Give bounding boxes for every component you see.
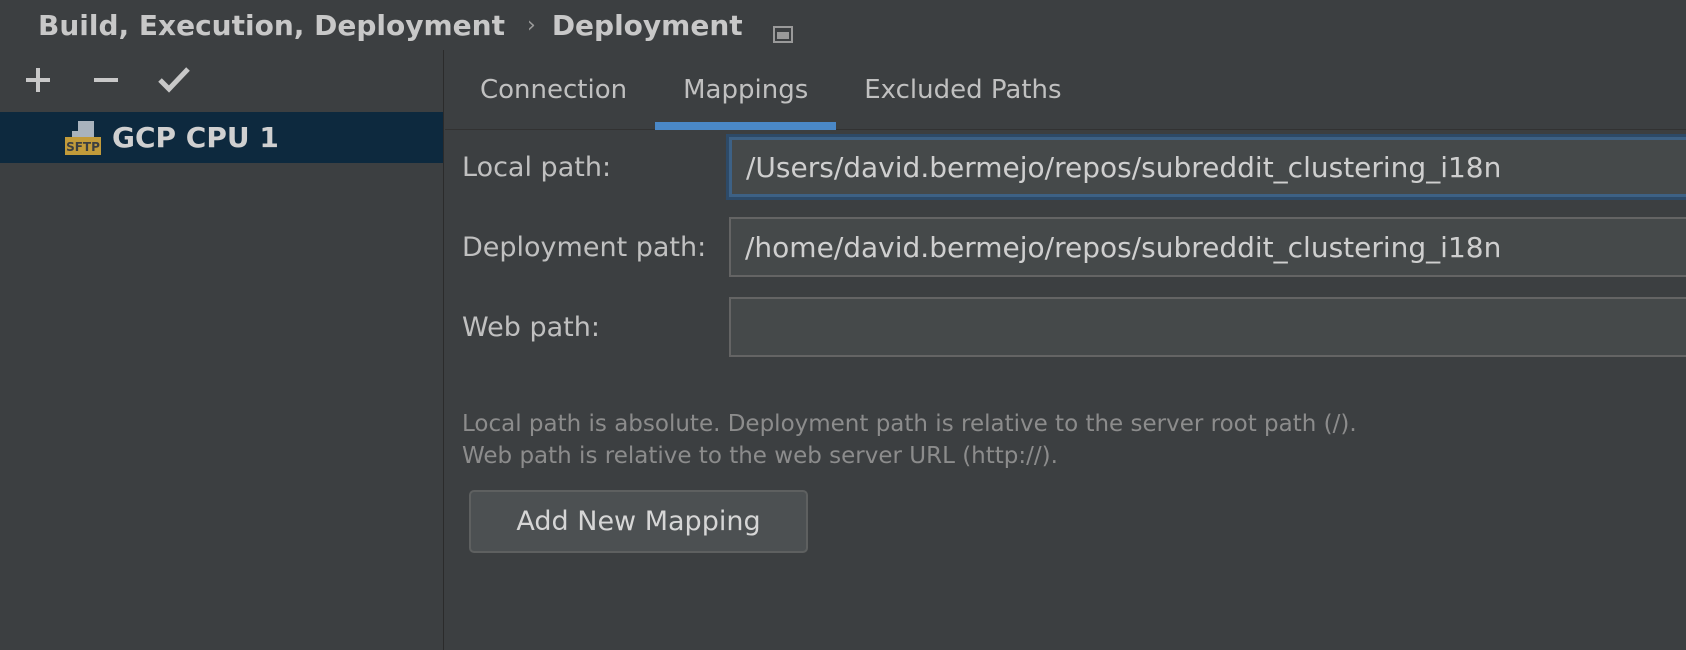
page-title: Deployment bbox=[551, 8, 743, 42]
server-list-panel: SFTP GCP CPU 1 bbox=[0, 50, 444, 650]
check-icon bbox=[158, 67, 190, 93]
server-toolbar bbox=[0, 50, 443, 110]
tab-connection[interactable]: Connection bbox=[452, 50, 655, 129]
deployment-path-label: Deployment path: bbox=[462, 231, 707, 263]
breadcrumb: Build, Execution, Deployment › Deploymen… bbox=[0, 0, 1686, 50]
remove-server-button[interactable] bbox=[88, 62, 124, 98]
window-layout-icon[interactable] bbox=[772, 17, 793, 43]
server-item-gcp-cpu-1[interactable]: SFTP GCP CPU 1 bbox=[0, 112, 443, 163]
server-item-label: GCP CPU 1 bbox=[112, 121, 279, 154]
path-hint-line-1: Local path is absolute. Deployment path … bbox=[462, 411, 1357, 437]
sftp-icon: SFTP bbox=[64, 119, 102, 157]
deployment-path-field[interactable]: /home/david.bermejo/repos/subreddit_clus… bbox=[729, 217, 1686, 277]
deployment-path-row: Deployment path: /home/david.bermejo/rep… bbox=[462, 216, 1686, 278]
tab-excluded-paths[interactable]: Excluded Paths bbox=[836, 50, 1089, 129]
plus-icon bbox=[26, 68, 50, 92]
add-server-button[interactable] bbox=[20, 62, 56, 98]
local-path-label: Local path: bbox=[462, 151, 612, 183]
breadcrumb-separator: › bbox=[527, 12, 536, 38]
sftp-badge-text: SFTP bbox=[66, 140, 100, 154]
path-hint-line-2: Web path is relative to the web server U… bbox=[462, 443, 1058, 469]
add-new-mapping-button[interactable]: Add New Mapping bbox=[469, 490, 808, 553]
path-hint: Local path is absolute. Deployment path … bbox=[462, 408, 1357, 472]
breadcrumb-parent[interactable]: Build, Execution, Deployment bbox=[38, 9, 505, 42]
web-path-label: Web path: bbox=[462, 311, 600, 343]
set-default-button[interactable] bbox=[156, 62, 192, 98]
server-settings-panel: Connection Mappings Excluded Paths Local… bbox=[445, 50, 1686, 650]
web-path-field[interactable] bbox=[729, 297, 1686, 357]
local-path-field[interactable]: /Users/david.bermejo/repos/subreddit_clu… bbox=[729, 137, 1686, 197]
web-path-row: Web path: bbox=[462, 296, 1686, 358]
settings-tabs: Connection Mappings Excluded Paths bbox=[445, 50, 1686, 130]
tab-mappings[interactable]: Mappings bbox=[655, 50, 837, 130]
local-path-row: Local path: /Users/david.bermejo/repos/s… bbox=[462, 136, 1686, 198]
minus-icon bbox=[94, 78, 118, 82]
